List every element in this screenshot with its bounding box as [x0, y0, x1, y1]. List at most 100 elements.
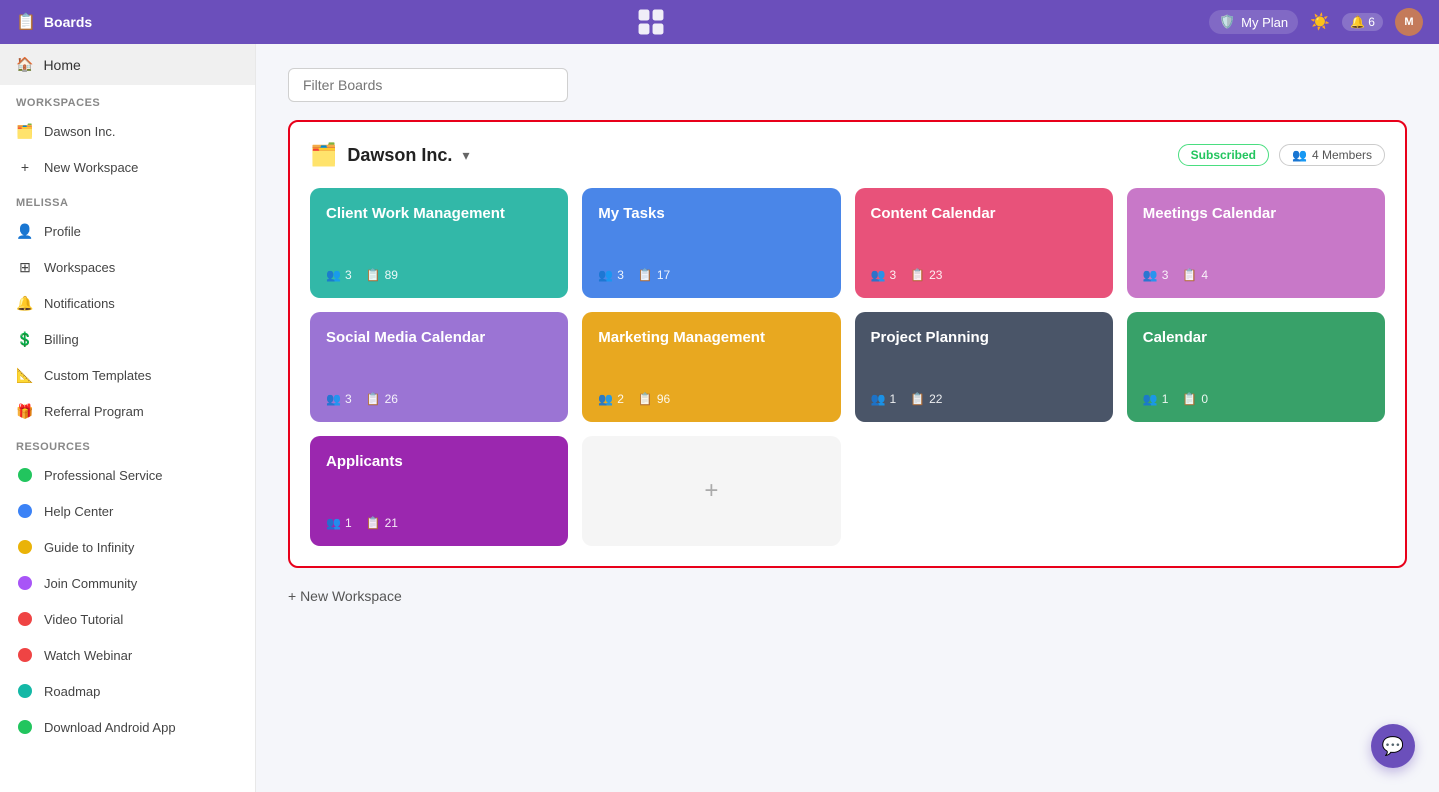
tasks-icon: 📋 — [366, 392, 381, 406]
new-workspace-bottom-link[interactable]: + New Workspace — [288, 588, 1407, 604]
board-members: 👥 3 — [598, 268, 624, 282]
board-meta: 👥 1 📋 22 — [871, 392, 1097, 406]
tasks-icon: 📋 — [1182, 268, 1197, 282]
sidebar-new-workspace[interactable]: + New Workspace — [0, 149, 255, 185]
sidebar-workspace-dawson[interactable]: 🗂️ Dawson Inc. — [0, 113, 255, 149]
workspaces-section-label: Workspaces — [0, 85, 255, 113]
sidebar-item-help-center[interactable]: Help Center — [0, 493, 255, 529]
sidebar-item-guide[interactable]: Guide to Infinity — [0, 529, 255, 565]
new-workspace-label: New Workspace — [44, 160, 138, 175]
red-dot-icon — [16, 610, 34, 628]
board-tasks: 📋 4 — [1182, 268, 1208, 282]
sidebar-item-notifications[interactable]: 🔔 Notifications — [0, 285, 255, 321]
board-card-client-work[interactable]: Client Work Management 👥 3 📋 89 — [310, 188, 568, 298]
workspace-chevron-icon[interactable]: ▾ — [462, 147, 469, 164]
board-members: 👥 3 — [1143, 268, 1169, 282]
theme-toggle-icon[interactable]: ☀️ — [1310, 12, 1330, 32]
workspace-title: Dawson Inc. — [347, 145, 452, 166]
custom-templates-label: Custom Templates — [44, 368, 151, 383]
board-tasks: 📋 0 — [1182, 392, 1208, 406]
guide-label: Guide to Infinity — [44, 540, 134, 555]
add-board-button[interactable]: + — [582, 436, 840, 546]
sidebar-item-workspaces[interactable]: ⊞ Workspaces — [0, 249, 255, 285]
notifications-badge[interactable]: 🔔 6 — [1342, 13, 1383, 31]
sidebar-item-billing[interactable]: 💲 Billing — [0, 321, 255, 357]
board-members: 👥 2 — [598, 392, 624, 406]
main-content: 🗂️ Dawson Inc. ▾ Subscribed 👥 4 Members … — [256, 44, 1439, 792]
board-title: Project Planning — [871, 328, 1097, 348]
video-tutorial-label: Video Tutorial — [44, 612, 123, 627]
tasks-icon: 📋 — [910, 268, 925, 282]
home-icon: 🏠 — [16, 56, 33, 73]
board-tasks: 📋 96 — [638, 392, 670, 406]
sidebar-item-professional-service[interactable]: Professional Service — [0, 457, 255, 493]
members-icon: 👥 — [1143, 392, 1158, 406]
sidebar-item-community[interactable]: Join Community — [0, 565, 255, 601]
members-icon: 👥 — [1143, 268, 1158, 282]
board-card-meetings-calendar[interactable]: Meetings Calendar 👥 3 📋 4 — [1127, 188, 1385, 298]
board-title: Calendar — [1143, 328, 1369, 348]
workspace-title-area: 🗂️ Dawson Inc. ▾ — [310, 142, 469, 168]
purple-dot-icon — [16, 574, 34, 592]
board-card-my-tasks[interactable]: My Tasks 👥 3 📋 17 — [582, 188, 840, 298]
subscribed-badge: Subscribed — [1178, 144, 1269, 166]
boards-grid: Client Work Management 👥 3 📋 89 My Tasks… — [310, 188, 1385, 546]
bell-icon: 🔔 — [16, 294, 34, 312]
board-tasks: 📋 26 — [366, 392, 398, 406]
board-tasks: 📋 23 — [910, 268, 942, 282]
members-icon: 👥 — [598, 392, 613, 406]
members-icon: 👥 — [1292, 148, 1307, 162]
sidebar-item-custom-templates[interactable]: 📐 Custom Templates — [0, 357, 255, 393]
chat-bubble-button[interactable]: 💬 — [1371, 724, 1415, 768]
board-card-applicants[interactable]: Applicants 👥 1 📋 21 — [310, 436, 568, 546]
sidebar-item-profile[interactable]: 👤 Profile — [0, 213, 255, 249]
tasks-icon: 📋 — [1182, 392, 1197, 406]
members-icon: 👥 — [326, 392, 341, 406]
professional-service-label: Professional Service — [44, 468, 163, 483]
sidebar-item-roadmap[interactable]: Roadmap — [0, 673, 255, 709]
sidebar-item-video-tutorial[interactable]: Video Tutorial — [0, 601, 255, 637]
nav-center — [637, 8, 665, 36]
sidebar-home[interactable]: 🏠 Home — [0, 44, 255, 85]
billing-label: Billing — [44, 332, 79, 347]
boards-icon: 📋 — [16, 12, 36, 32]
workspace-name: Dawson Inc. — [44, 124, 116, 139]
board-card-calendar[interactable]: Calendar 👥 1 📋 0 — [1127, 312, 1385, 422]
notifications-label: Notifications — [44, 296, 115, 311]
board-members: 👥 1 — [326, 516, 352, 530]
sidebar-item-referral[interactable]: 🎁 Referral Program — [0, 393, 255, 429]
blue-dot-icon — [16, 502, 34, 520]
help-center-label: Help Center — [44, 504, 113, 519]
nav-left: 📋 Boards — [16, 12, 92, 32]
workspace-header: 🗂️ Dawson Inc. ▾ Subscribed 👥 4 Members — [310, 142, 1385, 168]
top-navbar: 📋 Boards 🛡️ My Plan ☀️ 🔔 6 M — [0, 0, 1439, 44]
user-avatar[interactable]: M — [1395, 8, 1423, 36]
my-plan-button[interactable]: 🛡️ My Plan — [1209, 10, 1298, 34]
board-members: 👥 3 — [326, 392, 352, 406]
board-meta: 👥 3 📋 4 — [1143, 268, 1369, 282]
red2-dot-icon — [16, 646, 34, 664]
nav-right: 🛡️ My Plan ☀️ 🔔 6 M — [1209, 8, 1423, 36]
app-logo — [637, 8, 665, 36]
board-members: 👥 3 — [326, 268, 352, 282]
sidebar-item-webinar[interactable]: Watch Webinar — [0, 637, 255, 673]
board-card-social-media[interactable]: Social Media Calendar 👥 3 📋 26 — [310, 312, 568, 422]
grid-icon: ⊞ — [16, 258, 34, 276]
plan-label: My Plan — [1241, 15, 1288, 30]
board-card-marketing[interactable]: Marketing Management 👥 2 📋 96 — [582, 312, 840, 422]
green2-dot-icon — [16, 718, 34, 736]
board-tasks: 📋 22 — [910, 392, 942, 406]
sidebar-item-android[interactable]: Download Android App — [0, 709, 255, 745]
teal-dot-icon — [16, 682, 34, 700]
members-count: 4 Members — [1312, 148, 1372, 162]
board-card-content-calendar[interactable]: Content Calendar 👥 3 📋 23 — [855, 188, 1113, 298]
workspace-card: 🗂️ Dawson Inc. ▾ Subscribed 👥 4 Members … — [288, 120, 1407, 568]
app-title: Boards — [44, 14, 92, 30]
referral-label: Referral Program — [44, 404, 144, 419]
board-card-project-planning[interactable]: Project Planning 👥 1 📋 22 — [855, 312, 1113, 422]
members-icon: 👥 — [326, 268, 341, 282]
tasks-icon: 📋 — [366, 268, 381, 282]
board-members: 👥 1 — [1143, 392, 1169, 406]
dollar-icon: 💲 — [16, 330, 34, 348]
filter-boards-input[interactable] — [288, 68, 568, 102]
